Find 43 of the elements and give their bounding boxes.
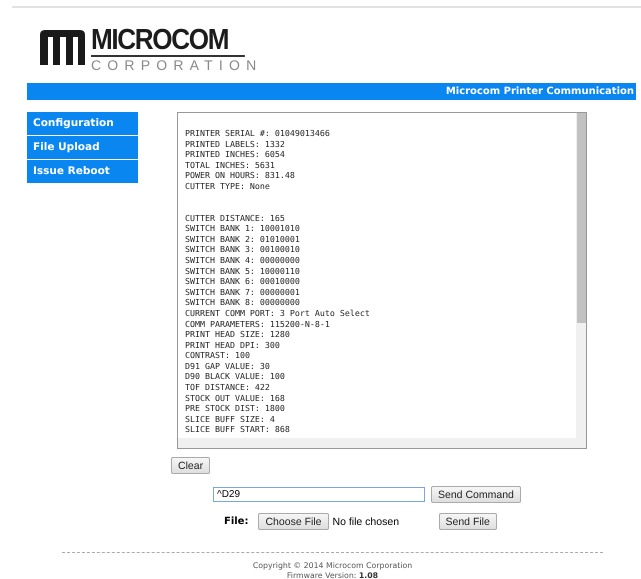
send-file-button[interactable]: Send File [438, 513, 497, 530]
command-input[interactable]: ^D29 [213, 487, 425, 502]
log-line: SLICE BUFF SIZE: 4 [185, 414, 275, 424]
sidebar-item[interactable]: Configuration [27, 112, 138, 135]
log-line: SLICE BUFF START: 868 [185, 424, 290, 436]
logo-icon [38, 27, 87, 67]
sidebar-item[interactable]: File Upload [27, 136, 138, 159]
log-line: TOTAL INCHES: 5631 [185, 160, 275, 170]
log-line: SWITCH BANK 7: 00000001 [185, 286, 300, 298]
clear-button[interactable]: Clear [171, 457, 210, 474]
log-line: CONTRAST: 100 [185, 350, 250, 361]
log-line: CUTTER DISTANCE: 165 [185, 212, 285, 224]
choose-file-button[interactable]: Choose File [258, 513, 328, 530]
log-line: SWITCH BANK 8: 00000000 [185, 297, 300, 308]
logo-subtitle: CORPORATION [91, 57, 262, 73]
horizontal-scrollbar[interactable] [178, 438, 576, 448]
log-line: POWER ON HOURS: 831.48 [185, 170, 295, 181]
log-line: SWITCH BANK 4: 00000000 [185, 254, 300, 266]
log-line: SWITCH BANK 2: 01010001 [185, 234, 300, 244]
log-line: STOCK OUT VALUE: 168 [185, 392, 285, 404]
log-line: SWITCH BANK 3: 00100010 [185, 244, 300, 255]
log-line: D90 BLACK VALUE: 100 [185, 371, 285, 382]
log-line: SWITCH BANK 1: 10001010 [185, 223, 300, 234]
log-line: PRINT HEAD DPI: 300 [185, 340, 280, 350]
log-line: SWITCH BANK 5: 10000110 [185, 266, 300, 276]
file-label: File: [224, 516, 248, 527]
banner-title: Microcom Printer Communication [446, 86, 635, 97]
log-line: COMM PARAMETERS: 115200-N-8-1 [185, 318, 330, 330]
logo-name: MICROCOM [91, 27, 246, 57]
log-line: PRINTED LABELS: 1332 [185, 138, 285, 150]
file-status: No file chosen [332, 516, 400, 528]
log-line: PRINTED INCHES: 6054 [185, 149, 285, 160]
log-line: PRINT HEAD SIZE: 1280 [185, 329, 290, 340]
log-line: CURRENT COMM PORT: 3 Port Auto Select [185, 308, 370, 318]
log-line: D91 GAP VALUE: 30 [185, 360, 270, 372]
sidebar-item[interactable]: Issue Reboot [27, 160, 138, 183]
vertical-scrollbar[interactable] [576, 113, 586, 448]
log-line: TOF DISTANCE: 422 [185, 382, 270, 393]
log-line: PRINTER SERIAL #: 01049013466 [185, 128, 330, 139]
log-line: PRE STOCK DIST: 1800 [185, 403, 285, 414]
log-line: CUTTER TYPE: None [185, 180, 270, 192]
log-line: SWITCH BANK 6: 00010000 [185, 276, 300, 287]
send-command-button[interactable]: Send Command [431, 486, 521, 503]
